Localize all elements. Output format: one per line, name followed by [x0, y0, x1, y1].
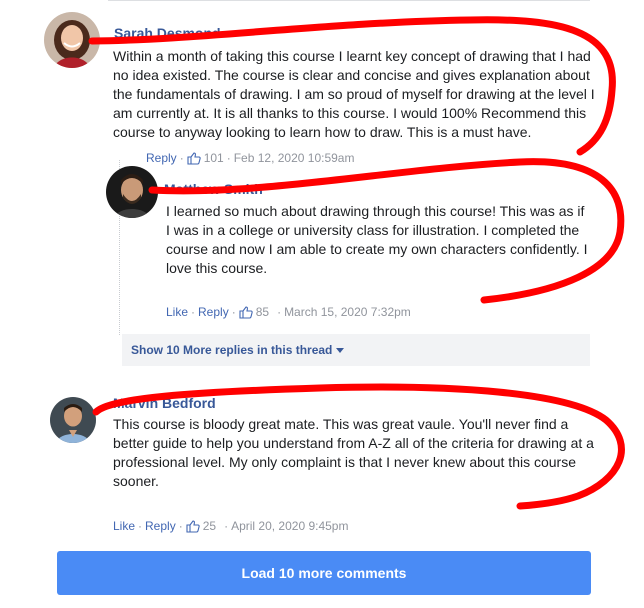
thumbs-up-icon [239, 305, 253, 319]
separator: · [224, 519, 229, 533]
commenter-name-link[interactable]: Sarah Desmond [114, 25, 221, 41]
comment-meta: Like · Reply · 85 · March 15, 2020 7:32p… [166, 305, 411, 319]
like-count-value: 25 [202, 519, 217, 533]
comment-meta: Reply · 101 · Feb 12, 2020 10:59am [146, 151, 354, 165]
commenter-name-link[interactable]: Matthew Smith [164, 181, 263, 197]
thumbs-up-icon [187, 151, 201, 165]
divider [108, 0, 590, 1]
timestamp[interactable]: March 15, 2020 7:32pm [284, 305, 411, 319]
avatar[interactable] [50, 397, 96, 443]
separator: · [179, 151, 184, 165]
avatar[interactable] [44, 12, 100, 68]
like-count[interactable]: 85 [239, 305, 269, 319]
like-count-value: 101 [203, 151, 224, 165]
separator: · [277, 305, 282, 319]
load-more-comments-button[interactable]: Load 10 more comments [57, 551, 591, 595]
avatar-photo [44, 12, 100, 68]
comment-text: Within a month of taking this course I l… [113, 48, 595, 140]
caret-down-icon [336, 347, 345, 353]
comment-text: This course is bloody great mate. This w… [113, 416, 594, 489]
avatar-photo [106, 166, 158, 218]
show-more-replies-link[interactable]: Show 10 More replies in this thread [122, 334, 590, 366]
like-count[interactable]: 25 [186, 519, 216, 533]
like-count-value: 85 [255, 305, 270, 319]
separator: · [226, 151, 231, 165]
separator: · [138, 519, 143, 533]
reply-link[interactable]: Reply [146, 151, 177, 165]
avatar-photo [50, 397, 96, 443]
like-link[interactable]: Like [113, 519, 135, 533]
timestamp[interactable]: Feb 12, 2020 10:59am [234, 151, 355, 165]
reply-link[interactable]: Reply [145, 519, 176, 533]
comment-text: I learned so much about drawing through … [166, 203, 588, 276]
like-link[interactable]: Like [166, 305, 188, 319]
like-count[interactable]: 101 [187, 151, 224, 165]
show-more-replies-label: Show 10 More replies in this thread [131, 343, 333, 357]
separator: · [191, 305, 196, 319]
reply-link[interactable]: Reply [198, 305, 229, 319]
timestamp[interactable]: April 20, 2020 9:45pm [231, 519, 348, 533]
separator: · [178, 519, 183, 533]
thumbs-up-icon [186, 519, 200, 533]
commenter-name-link[interactable]: Marvin Bedford [113, 395, 216, 411]
comment-meta: Like · Reply · 25 · April 20, 2020 9:45p… [113, 519, 348, 533]
avatar[interactable] [106, 166, 158, 218]
separator: · [231, 305, 236, 319]
